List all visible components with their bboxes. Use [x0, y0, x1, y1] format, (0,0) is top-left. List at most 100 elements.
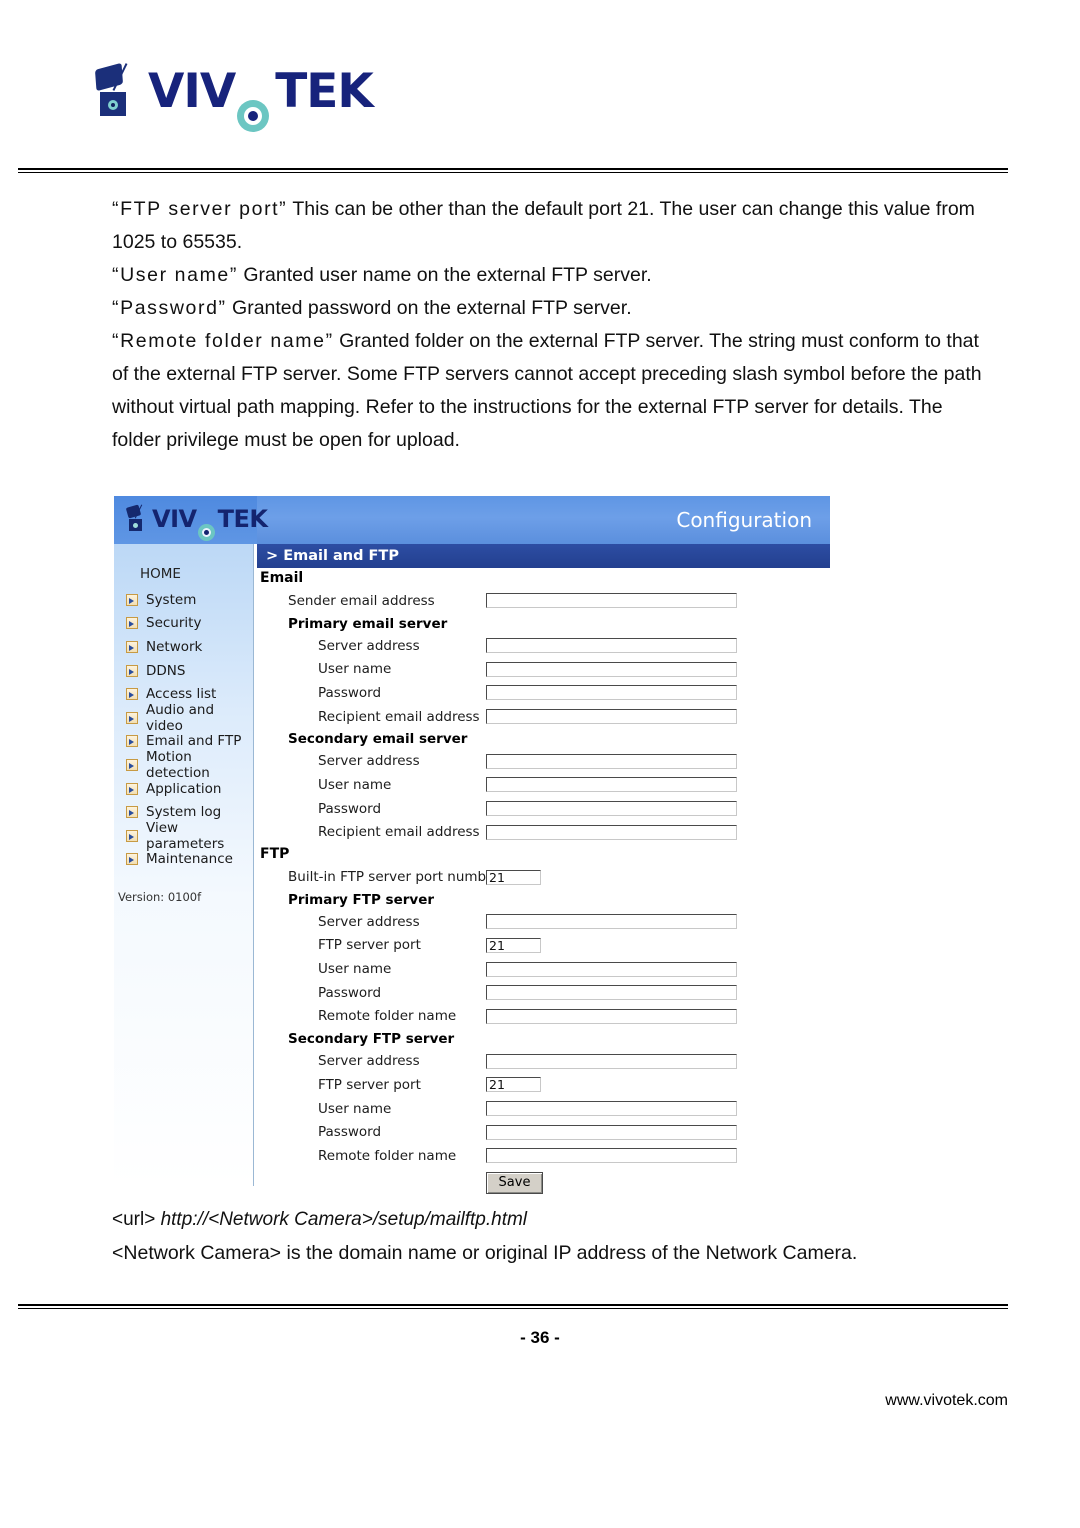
field-row-secondary-ftp-server-address: Server address [258, 1049, 830, 1073]
subsection-primary-ftp-server: Primary FTP server [288, 891, 435, 908]
field-row-primary-email-server-address: Server address [258, 634, 830, 658]
camera-icon [125, 504, 148, 534]
secondary-ftp-password-input[interactable] [486, 1124, 737, 1140]
field-row-sender-email: Sender email address [258, 589, 830, 613]
page-number: - 36 - [520, 1328, 560, 1347]
primary-ftp-user-name-input[interactable] [486, 961, 737, 977]
brand-wordmark: VIV TEK [148, 68, 374, 132]
arrow-square-icon [126, 617, 138, 630]
field-label: Sender email address [288, 592, 435, 609]
section-title-email: Email [260, 570, 304, 586]
builtin-ftp-port-input[interactable]: 21 [486, 869, 541, 885]
arrow-square-icon [126, 829, 138, 842]
field-label: Server address [318, 913, 420, 930]
configuration-title: Configuration [676, 508, 812, 532]
app-brand-wordmark: VIV TEK [152, 505, 268, 541]
field-row-primary-ftp-server-address: Server address [258, 910, 830, 934]
save-button[interactable]: Save [486, 1171, 543, 1194]
footer-rule [18, 1304, 1008, 1309]
arrow-square-icon [126, 735, 138, 748]
sidebar: HOME System Security Network DDNS Access… [114, 544, 253, 1186]
primary-email-password-input[interactable] [486, 685, 737, 701]
sidebar-item-label: System log [146, 804, 222, 821]
sidebar-item-label: Motion detection [146, 748, 210, 781]
field-row-primary-ftp-user-name: User name [258, 957, 830, 981]
app-logo: VIV TEK [125, 504, 268, 541]
primary-ftp-remote-folder-input[interactable] [486, 1008, 737, 1024]
field-row-builtin-ftp-port: Built-in FTP server port number 21 [258, 865, 830, 889]
secondary-recipient-email-input[interactable] [486, 824, 737, 840]
arrow-square-icon [126, 664, 138, 677]
field-label: User name [318, 961, 392, 978]
sidebar-item-view-parameters[interactable]: View parameters [120, 820, 253, 852]
field-label: User name [318, 776, 392, 793]
primary-recipient-email-input[interactable] [486, 709, 737, 725]
sidebar-item-label: System [146, 591, 197, 608]
secondary-ftp-server-address-input[interactable] [486, 1053, 737, 1069]
subsection-secondary-email-server: Secondary email server [288, 731, 468, 748]
term-remote-folder-name: “Remote folder name” [112, 330, 334, 352]
url-tag: <url> [112, 1209, 156, 1230]
term-ftp-server-port: “FTP server port” [112, 198, 288, 220]
field-label: FTP server port [318, 1076, 421, 1093]
arrow-square-icon [126, 853, 138, 866]
paragraph-remote-folder-name: “Remote folder name” Granted folder on t… [112, 330, 982, 451]
arrow-square-icon [126, 640, 138, 653]
paragraph-user-name: “User name” Granted user name on the ext… [112, 264, 652, 286]
secondary-email-user-name-input[interactable] [486, 777, 737, 793]
sidebar-item-label: Audio and video [146, 701, 215, 734]
sidebar-item-label: Email and FTP [146, 733, 242, 750]
primary-ftp-password-input[interactable] [486, 985, 737, 1001]
sidebar-item-label: Maintenance [146, 851, 233, 868]
sidebar-item-security[interactable]: Security [120, 612, 253, 636]
subsection-primary-email-server: Primary email server [288, 615, 448, 632]
field-row-secondary-ftp-user-name: User name [258, 1097, 830, 1121]
arrow-square-icon [126, 782, 138, 795]
field-row-secondary-email-server-address: Server address [258, 749, 830, 773]
field-row-primary-email-user-name: User name [258, 657, 830, 681]
field-label: Password [318, 984, 382, 1001]
sidebar-item-motion-detection[interactable]: Motion detection [120, 749, 253, 781]
secondary-email-password-input[interactable] [486, 801, 737, 817]
arrow-square-icon [126, 688, 138, 701]
secondary-email-server-address-input[interactable] [486, 753, 737, 769]
vivotek-logo: VIV TEK [94, 62, 374, 132]
field-row-secondary-recipient-email: Recipient email address [258, 821, 830, 845]
primary-ftp-server-address-input[interactable] [486, 914, 737, 930]
term-password: “Password” [112, 297, 227, 319]
primary-email-user-name-input[interactable] [486, 661, 737, 677]
camera-icon [94, 62, 140, 120]
subsection-secondary-ftp-server: Secondary FTP server [288, 1031, 455, 1048]
field-label: Recipient email address [318, 824, 480, 841]
arrow-square-icon [126, 593, 138, 606]
field-label: Server address [318, 753, 420, 770]
version-label: Version: 0100f [118, 890, 202, 904]
sidebar-item-label: DDNS [146, 662, 186, 679]
field-label: Remote folder name [318, 1147, 457, 1164]
sender-email-input[interactable] [486, 593, 737, 609]
primary-ftp-server-port-input[interactable]: 21 [486, 937, 541, 953]
sidebar-item-network[interactable]: Network [120, 635, 253, 659]
field-row-primary-ftp-server-port: FTP server port 21 [258, 934, 830, 958]
sidebar-item-audio-and-video[interactable]: Audio and video [120, 702, 253, 734]
paragraph-password: “Password” Granted password on the exter… [112, 297, 632, 319]
secondary-ftp-remote-folder-input[interactable] [486, 1148, 737, 1164]
breadcrumb: > Email and FTP [257, 544, 830, 568]
primary-email-server-address-input[interactable] [486, 638, 737, 654]
secondary-ftp-user-name-input[interactable] [486, 1101, 737, 1117]
sidebar-item-label: Security [146, 615, 202, 632]
header-rule [18, 168, 1008, 173]
sidebar-item-label: View parameters [146, 819, 225, 852]
network-camera-note: <Network Camera> is the domain name or o… [112, 1242, 858, 1264]
term-user-name: “User name” [112, 264, 238, 286]
body-copy: “FTP server port” This can be other than… [112, 193, 992, 457]
field-label: Server address [318, 637, 420, 654]
field-row-secondary-email-password: Password [258, 797, 830, 821]
sidebar-item-home[interactable]: HOME [140, 566, 181, 582]
secondary-ftp-server-port-input[interactable]: 21 [486, 1077, 541, 1093]
sidebar-item-ddns[interactable]: DDNS [120, 659, 253, 683]
sidebar-item-system[interactable]: System [120, 588, 253, 612]
url-value: http://<Network Camera>/setup/mailftp.ht… [155, 1209, 528, 1230]
url-note: <url> http://<Network Camera>/setup/mail… [112, 1209, 527, 1231]
field-row-primary-email-password: Password [258, 681, 830, 705]
